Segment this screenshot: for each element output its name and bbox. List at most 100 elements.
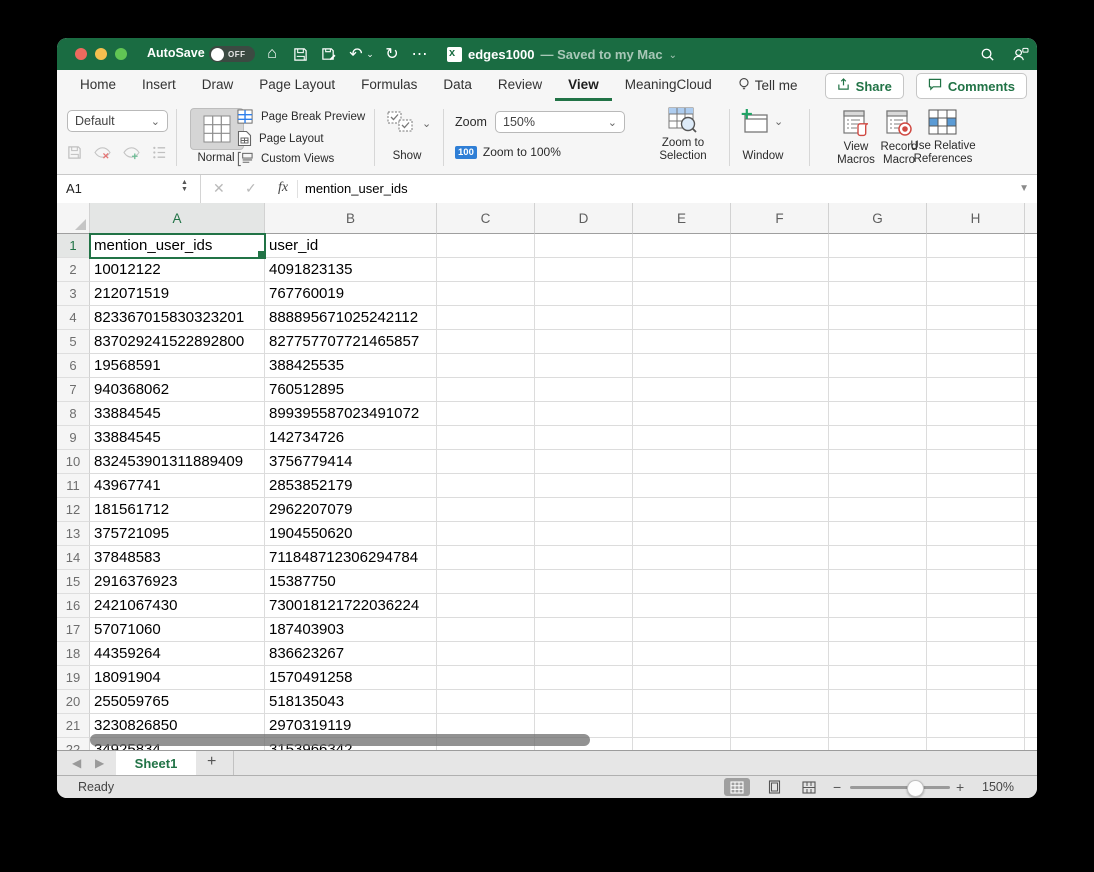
cell-A8[interactable]: 33884545 [90,402,265,426]
row-header-9[interactable]: 9 [57,426,90,450]
cell-C2[interactable] [437,258,535,282]
cell-C5[interactable] [437,330,535,354]
cell-G3[interactable] [829,282,927,306]
tab-draw[interactable]: Draw [189,70,247,101]
row-header-17[interactable]: 17 [57,618,90,642]
row-header-15[interactable]: 15 [57,570,90,594]
cell-D5[interactable] [535,330,633,354]
cell-D2[interactable] [535,258,633,282]
cell-B5[interactable]: 827757707721465857 [265,330,437,354]
row-header-7[interactable]: 7 [57,378,90,402]
cell-G11[interactable] [829,474,927,498]
cell-C7[interactable] [437,378,535,402]
zoom-to-selection-button[interactable]: Zoom to Selection [645,107,721,163]
cell-D8[interactable] [535,402,633,426]
tab-page-layout[interactable]: Page Layout [246,70,348,101]
cell-A19[interactable]: 18091904 [90,666,265,690]
cell-E21[interactable] [633,714,731,738]
tab-meaningcloud[interactable]: MeaningCloud [612,70,725,101]
cell-H15[interactable] [927,570,1025,594]
cell-A14[interactable]: 37848583 [90,546,265,570]
cell-D17[interactable] [535,618,633,642]
custom-views-button[interactable]: Custom Views [237,151,334,167]
cell-A4[interactable]: 823367015830323201 [90,306,265,330]
column-header-e[interactable]: E [633,203,731,234]
cell-G9[interactable] [829,426,927,450]
cell-H12[interactable] [927,498,1025,522]
column-header-c[interactable]: C [437,203,535,234]
cell-C13[interactable] [437,522,535,546]
cell-D9[interactable] [535,426,633,450]
cell-E6[interactable] [633,354,731,378]
cell-E18[interactable] [633,642,731,666]
cell-E5[interactable] [633,330,731,354]
normal-view-button[interactable] [190,108,244,150]
prev-sheet-icon[interactable]: ◀ [72,756,81,770]
cell-G12[interactable] [829,498,927,522]
cell-C10[interactable] [437,450,535,474]
row-header-4[interactable]: 4 [57,306,90,330]
cell-G10[interactable] [829,450,927,474]
name-box[interactable]: A1 ▲▼ [57,175,201,203]
cancel-icon[interactable]: ✕ [213,180,225,197]
new-sheet-view-icon[interactable] [123,145,140,163]
cell-D3[interactable] [535,282,633,306]
cell-E16[interactable] [633,594,731,618]
document-title-group[interactable]: edges1000 — Saved to my Mac ⌄ [447,38,677,70]
cell-H4[interactable] [927,306,1025,330]
zoom-in-icon[interactable]: + [956,779,964,795]
cell-E9[interactable] [633,426,731,450]
cell-G17[interactable] [829,618,927,642]
cell-G2[interactable] [829,258,927,282]
cell-B13[interactable]: 1904550620 [265,522,437,546]
cell-G4[interactable] [829,306,927,330]
cell-F16[interactable] [731,594,829,618]
row-header-16[interactable]: 16 [57,594,90,618]
cell-F9[interactable] [731,426,829,450]
cell-B17[interactable]: 187403903 [265,618,437,642]
save-as-icon[interactable] [316,38,340,70]
cell-B11[interactable]: 2853852179 [265,474,437,498]
cell-H1[interactable] [927,234,1025,258]
cell-G16[interactable] [829,594,927,618]
row-header-14[interactable]: 14 [57,546,90,570]
cell-G1[interactable] [829,234,927,258]
cell-H5[interactable] [927,330,1025,354]
cell-E7[interactable] [633,378,731,402]
zoom-window-button[interactable] [115,48,127,60]
cell-B9[interactable]: 142734726 [265,426,437,450]
cell-F10[interactable] [731,450,829,474]
cell-C18[interactable] [437,642,535,666]
tab-data[interactable]: Data [430,70,485,101]
window-button[interactable]: ⌄ [741,109,783,134]
name-box-stepper[interactable]: ▲▼ [181,179,188,193]
autosave-toggle[interactable]: OFF [209,46,255,62]
cell-F14[interactable] [731,546,829,570]
cell-H19[interactable] [927,666,1025,690]
cell-H6[interactable] [927,354,1025,378]
status-normal-view-button[interactable] [724,778,750,796]
cell-B14[interactable]: 711848712306294784 [265,546,437,570]
cell-H11[interactable] [927,474,1025,498]
cell-C19[interactable] [437,666,535,690]
cell-D13[interactable] [535,522,633,546]
cell-F17[interactable] [731,618,829,642]
zoom-select[interactable]: 150%⌄ [495,111,625,133]
tab-formulas[interactable]: Formulas [348,70,430,101]
tab-home[interactable]: Home [67,70,129,101]
cell-H20[interactable] [927,690,1025,714]
cell-D18[interactable] [535,642,633,666]
cell-H14[interactable] [927,546,1025,570]
cell-C3[interactable] [437,282,535,306]
cell-H8[interactable] [927,402,1025,426]
cell-D1[interactable] [535,234,633,258]
status-page-layout-button[interactable] [761,778,787,796]
cell-C15[interactable] [437,570,535,594]
cell-D15[interactable] [535,570,633,594]
redo-icon[interactable]: ↻ [381,38,403,70]
cell-C16[interactable] [437,594,535,618]
cell-A18[interactable]: 44359264 [90,642,265,666]
cell-E19[interactable] [633,666,731,690]
cell-H22[interactable] [927,738,1025,750]
cell-D19[interactable] [535,666,633,690]
